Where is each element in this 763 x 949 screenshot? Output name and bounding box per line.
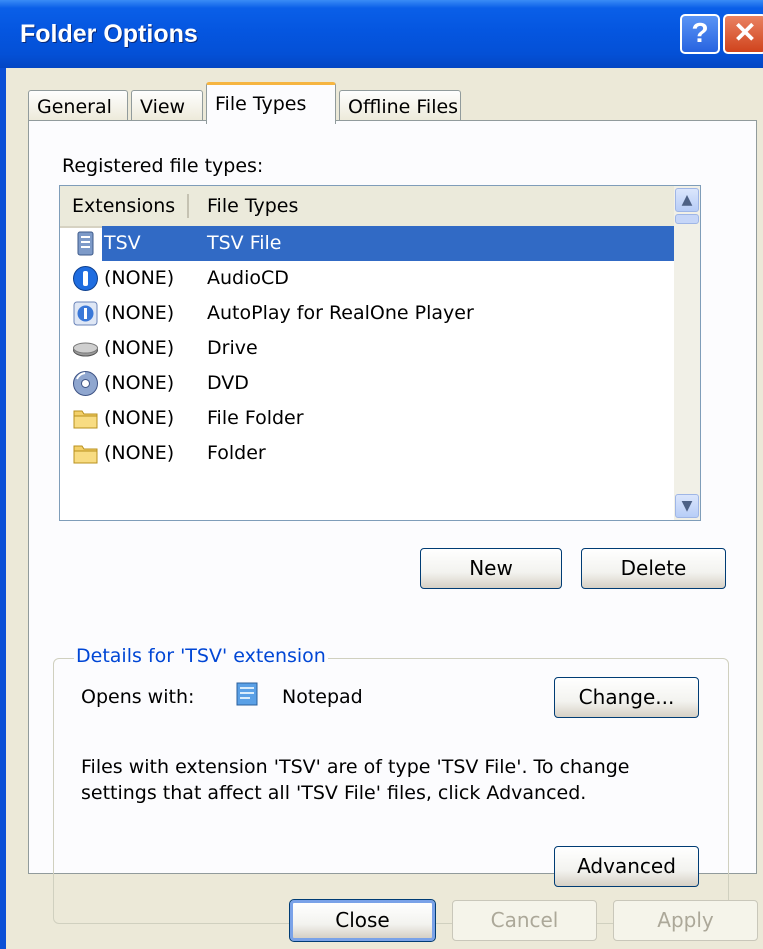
close-window-button[interactable]: ✕ [723, 14, 763, 54]
row-extension: (NONE) [104, 267, 175, 289]
row-extension: TSV [104, 232, 141, 254]
selection-highlight [102, 226, 690, 261]
scroll-thumb[interactable] [675, 214, 699, 224]
notepad-icon [236, 682, 258, 706]
file-types-list[interactable]: Extensions File Types TSV TSV File (NONE… [59, 185, 701, 521]
audiocd-icon [73, 266, 98, 291]
row-extension: (NONE) [104, 407, 175, 429]
row-extension: (NONE) [104, 337, 175, 359]
new-button[interactable]: New [420, 548, 562, 589]
row-file-type: AudioCD [207, 267, 289, 289]
row-file-type: Drive [207, 337, 258, 359]
row-file-type: TSV File [207, 232, 282, 254]
row-extension: (NONE) [104, 442, 175, 464]
tab-general[interactable]: General [28, 90, 128, 122]
help-button[interactable]: ? [680, 14, 720, 54]
registered-file-types-label: Registered file types: [62, 155, 264, 177]
folder-icon [73, 410, 98, 429]
list-item[interactable]: (NONE) File Folder [60, 401, 690, 436]
column-header-extensions[interactable]: Extensions [72, 186, 175, 226]
list-header: Extensions File Types [60, 186, 690, 228]
list-item[interactable]: (NONE) DVD [60, 366, 690, 401]
opens-with-label: Opens with: [81, 686, 195, 708]
tab-view[interactable]: View [131, 90, 203, 122]
row-extension: (NONE) [104, 372, 175, 394]
title-bar[interactable]: Folder Options ? ✕ [0, 0, 763, 68]
change-button[interactable]: Change... [554, 677, 699, 718]
list-rows: TSV TSV File (NONE) AudioCD (NONE) AutoP… [60, 226, 690, 471]
list-item[interactable]: (NONE) Folder [60, 436, 690, 471]
row-extension: (NONE) [104, 302, 175, 324]
scroll-down-button[interactable]: ▼ [675, 494, 699, 518]
list-item[interactable]: (NONE) AudioCD [60, 261, 690, 296]
vertical-scrollbar[interactable]: ▲ ▼ [674, 186, 700, 520]
tab-file-types[interactable]: File Types [206, 82, 336, 124]
opens-with-value: Notepad [282, 686, 363, 708]
details-legend: Details for 'TSV' extension [74, 645, 328, 667]
cancel-button[interactable]: Cancel [452, 900, 597, 941]
window-title: Folder Options [20, 20, 198, 48]
close-button[interactable]: Close [289, 899, 436, 942]
row-file-type: File Folder [207, 407, 304, 429]
row-file-type: DVD [207, 372, 249, 394]
folder-options-window: Folder Options ? ✕ General View File Typ… [0, 0, 763, 949]
dialog-client: General View File Types Offline Files Re… [6, 68, 763, 949]
advanced-button[interactable]: Advanced [554, 846, 699, 887]
column-header-file-types[interactable]: File Types [207, 186, 298, 226]
row-file-type: Folder [207, 442, 266, 464]
row-file-type: AutoPlay for RealOne Player [207, 302, 474, 324]
details-description: Files with extension 'TSV' are of type '… [81, 756, 630, 804]
tab-offline-files[interactable]: Offline Files [339, 90, 461, 122]
dvd-icon [73, 371, 98, 396]
list-item[interactable]: TSV TSV File [60, 226, 690, 261]
list-item[interactable]: (NONE) Drive [60, 331, 690, 366]
folder-icon [73, 445, 98, 464]
column-separator[interactable] [187, 194, 189, 218]
document-icon [77, 231, 94, 256]
list-item[interactable]: (NONE) AutoPlay for RealOne Player [60, 296, 690, 331]
scroll-up-button[interactable]: ▲ [675, 188, 699, 212]
drive-icon [73, 342, 98, 357]
apply-button[interactable]: Apply [613, 900, 758, 941]
delete-button[interactable]: Delete [581, 548, 726, 589]
autoplay-icon [73, 301, 98, 326]
